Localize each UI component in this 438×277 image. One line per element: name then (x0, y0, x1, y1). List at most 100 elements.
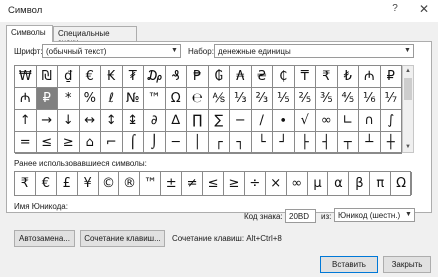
symbol-cell[interactable]: ∏ (187, 110, 209, 132)
symbol-cell[interactable]: ⅖ (294, 88, 316, 110)
symbol-cell[interactable]: ⅕ (273, 88, 295, 110)
symbol-cell[interactable]: ₼ (359, 66, 381, 88)
symbol-cell[interactable]: └ (251, 132, 273, 154)
symbol-cell[interactable]: ₵ (273, 66, 295, 88)
symbol-cell[interactable]: ┴ (359, 132, 381, 154)
char-code-input[interactable]: 20BD (285, 209, 316, 223)
recent-symbol-cell[interactable]: £ (57, 172, 78, 195)
autocorrect-button[interactable]: Автозамена... (14, 230, 75, 247)
symbol-cell[interactable]: ₩ (15, 66, 37, 88)
symbol-cell[interactable]: ┼ (380, 132, 402, 154)
symbol-cell[interactable]: ∙ (273, 110, 295, 132)
symbol-cell[interactable]: ∑ (208, 110, 230, 132)
scroll-down-icon[interactable]: ▼ (403, 142, 413, 152)
encoding-select[interactable]: Юникод (шестн.) ▼ (334, 208, 415, 222)
symbol-cell[interactable]: ⅔ (251, 88, 273, 110)
symbol-cell[interactable]: │ (187, 132, 209, 154)
recent-symbol-cell[interactable]: π (370, 172, 392, 195)
recent-symbol-cell[interactable]: © (99, 172, 120, 195)
symbol-cell[interactable]: ↑ (15, 110, 37, 132)
tab-special-characters[interactable]: Специальные знаки (53, 26, 137, 47)
symbol-cell[interactable]: ⌂ (79, 132, 101, 154)
insert-button[interactable]: Вставить (320, 256, 378, 273)
symbol-cell[interactable]: ₲ (208, 66, 230, 88)
symbol-cell[interactable]: ≤ (36, 132, 58, 154)
shortcut-key-button[interactable]: Сочетание клавиш... (80, 230, 165, 247)
symbol-cell[interactable]: ₸ (294, 66, 316, 88)
symbol-cell[interactable]: ↓ (58, 110, 80, 132)
symbol-cell[interactable]: ┌ (208, 132, 230, 154)
symbol-cell[interactable]: % (79, 88, 101, 110)
recent-symbol-cell[interactable]: × (266, 172, 287, 195)
recent-symbol-cell[interactable]: ≥ (224, 172, 245, 195)
cancel-button[interactable]: Закрыть (383, 256, 431, 273)
recent-symbol-cell[interactable]: ™ (140, 172, 162, 195)
scroll-up-icon[interactable]: ▲ (403, 66, 413, 76)
grid-scrollbar[interactable]: ▲ ▼ (402, 65, 414, 153)
symbol-cell[interactable]: ∞ (316, 110, 338, 132)
symbol-cell[interactable]: ┤ (316, 132, 338, 154)
symbol-cell[interactable]: ┬ (337, 132, 359, 154)
symbol-cell[interactable]: ₱ (187, 66, 209, 88)
subset-select[interactable]: денежные единицы ▼ (214, 44, 414, 58)
recent-symbol-cell[interactable]: β (349, 172, 371, 195)
font-select[interactable]: (обычный текст) ▼ (42, 44, 181, 58)
symbol-cell[interactable]: ≥ (58, 132, 80, 154)
symbol-cell[interactable]: − (230, 110, 252, 132)
scroll-thumb[interactable] (404, 78, 412, 100)
symbol-cell[interactable]: ™ (144, 88, 166, 110)
symbol-cell[interactable]: ∆ (165, 110, 187, 132)
symbol-cell[interactable]: ⅓ (230, 88, 252, 110)
symbol-cell[interactable]: √ (294, 110, 316, 132)
symbol-cell[interactable]: ↔ (79, 110, 101, 132)
symbol-cell[interactable]: ₼ (15, 88, 37, 110)
symbol-cell[interactable]: Ω (165, 88, 187, 110)
symbol-cell[interactable]: ∕ (251, 110, 273, 132)
recent-symbol-cell[interactable]: ∞ (287, 172, 308, 195)
symbol-cell[interactable]: ⌡ (144, 132, 166, 154)
symbol-cell[interactable]: ↕ (101, 110, 123, 132)
recent-symbol-cell[interactable]: µ (308, 172, 329, 195)
symbol-cell[interactable]: № (122, 88, 144, 110)
symbol-cell[interactable]: ₫ (58, 66, 80, 88)
symbol-cell[interactable]: ├ (294, 132, 316, 154)
recent-symbol-cell[interactable]: ± (161, 172, 183, 195)
symbol-cell[interactable]: ┐ (230, 132, 252, 154)
symbol-cell[interactable]: ₰ (165, 66, 187, 88)
symbol-cell[interactable]: ∩ (359, 110, 381, 132)
symbol-cell[interactable]: ⌠ (122, 132, 144, 154)
symbol-cell[interactable]: ₽ (380, 66, 402, 88)
symbol-cell[interactable]: ℓ (101, 88, 123, 110)
symbol-cell[interactable]: ₭ (101, 66, 123, 88)
tab-symbols[interactable]: Символы (6, 25, 53, 42)
symbol-cell[interactable]: ⅍ (208, 88, 230, 110)
symbol-cell[interactable]: ₽ (36, 88, 58, 110)
recent-symbol-cell[interactable]: ® (120, 172, 141, 195)
symbol-cell[interactable]: ⅘ (337, 88, 359, 110)
symbol-cell[interactable]: ₮ (122, 66, 144, 88)
recent-symbol-cell[interactable]: ≠ (182, 172, 204, 195)
symbol-cell[interactable]: ∂ (144, 110, 166, 132)
recent-symbol-cell[interactable]: ₹ (15, 172, 36, 195)
recent-symbol-cell[interactable]: ÷ (245, 172, 266, 195)
recent-symbol-cell[interactable]: € (36, 172, 57, 195)
symbol-cell[interactable]: → (36, 110, 58, 132)
help-icon[interactable]: ? (388, 3, 402, 17)
symbol-cell[interactable]: ⅐ (380, 88, 402, 110)
symbol-cell[interactable]: ₴ (251, 66, 273, 88)
symbol-cell[interactable]: ₺ (337, 66, 359, 88)
close-icon[interactable]: ✕ (416, 2, 432, 18)
symbol-cell[interactable]: = (15, 132, 37, 154)
symbol-cell[interactable]: ₳ (230, 66, 252, 88)
recent-symbol-cell[interactable]: Ω (391, 172, 413, 195)
symbol-cell[interactable]: * (58, 88, 80, 110)
symbol-cell[interactable]: ┘ (273, 132, 295, 154)
symbol-cell[interactable]: ⌐ (101, 132, 123, 154)
symbol-cell[interactable]: € (79, 66, 101, 88)
symbol-cell[interactable]: ∫ (380, 110, 402, 132)
symbol-cell[interactable]: ─ (165, 132, 187, 154)
symbol-cell[interactable]: ⅙ (359, 88, 381, 110)
symbol-cell[interactable]: ₹ (316, 66, 338, 88)
symbol-cell[interactable]: ℮ (187, 88, 209, 110)
symbol-cell[interactable]: ₪ (36, 66, 58, 88)
